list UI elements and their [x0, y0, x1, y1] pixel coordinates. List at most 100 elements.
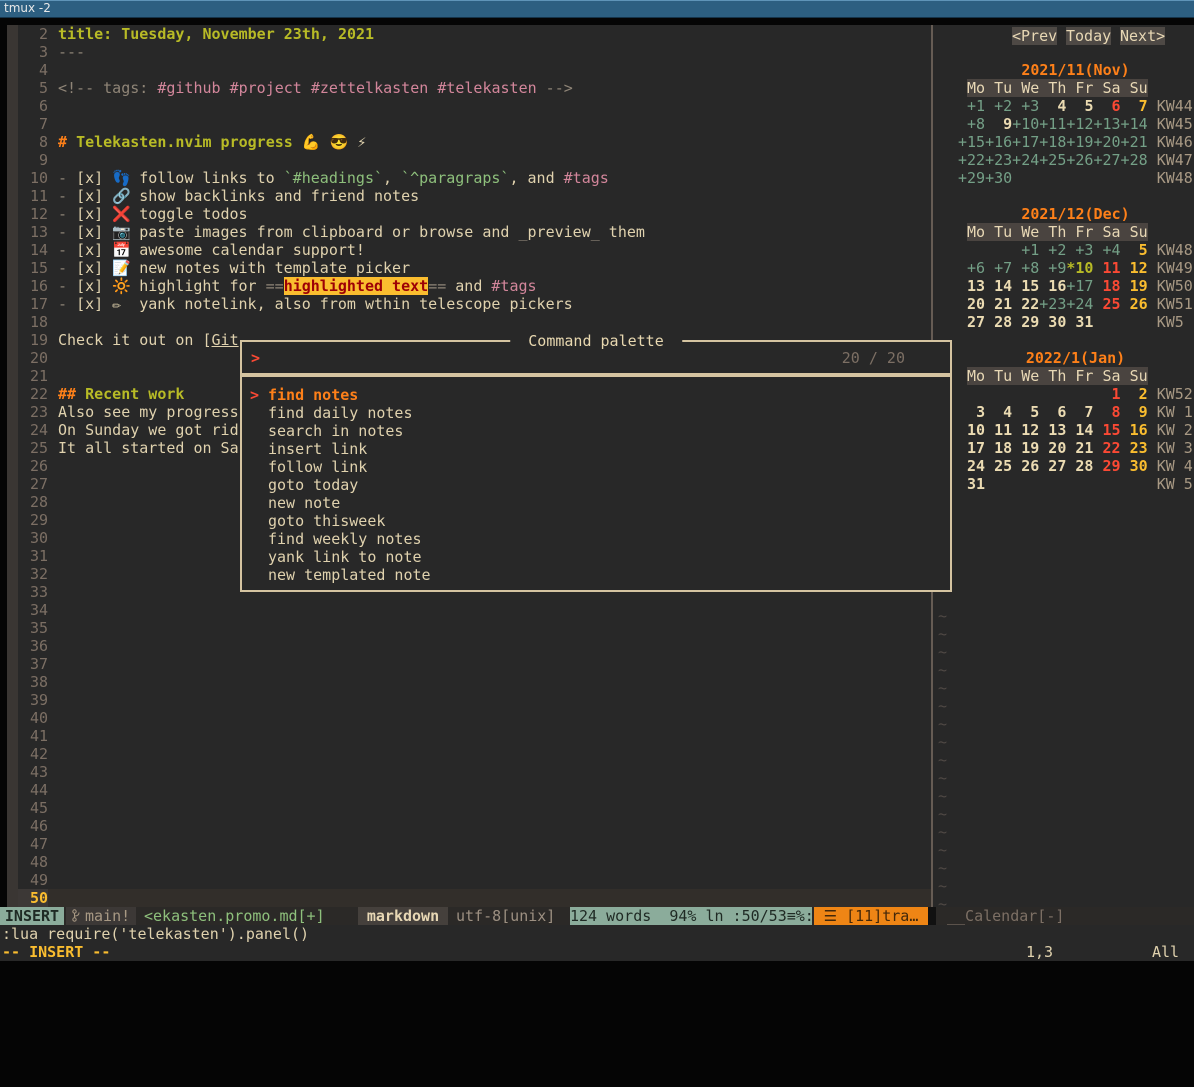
buffer-line[interactable]: 36	[18, 637, 931, 655]
calendar-day[interactable]: 30	[1130, 457, 1148, 475]
buffer-line[interactable]: 49	[18, 871, 931, 889]
buffer-line[interactable]: 17- [x] ✏ yank notelink, also from wthin…	[18, 295, 931, 313]
calendar-day[interactable]: 19	[1130, 277, 1148, 295]
buffer-line[interactable]: 6	[18, 97, 931, 115]
calendar-day[interactable]: 1	[1112, 385, 1121, 403]
buffer-line[interactable]: 15- [x] 📝 new notes with template picker	[18, 259, 931, 277]
calendar-day[interactable]: +22+23+24+25+26+27+28	[958, 151, 1148, 169]
calendar-day[interactable]: 6	[1112, 97, 1121, 115]
calendar-day[interactable]: 8	[1112, 403, 1121, 421]
calendar-day[interactable]: 7	[1139, 97, 1148, 115]
palette-item[interactable]: yank link to note	[242, 548, 950, 566]
calendar-day[interactable]: 27 28 29 30 31	[967, 313, 1093, 331]
buffer-line[interactable]: 12- [x] ❌ toggle todos	[18, 205, 931, 223]
palette-item[interactable]: insert link	[242, 440, 950, 458]
palette-item[interactable]: new note	[242, 494, 950, 512]
calendar-day[interactable]: +1 +2 +3	[967, 97, 1039, 115]
buffer-line[interactable]: 38	[18, 673, 931, 691]
command-line[interactable]: :lua require('telekasten').panel()	[2, 925, 309, 943]
buffer-line[interactable]: 3---	[18, 43, 931, 61]
calendar-day[interactable]: 9	[1139, 403, 1148, 421]
buffer-line[interactable]: 8# Telekasten.nvim progress 💪 😎 ⚡	[18, 133, 931, 151]
buffer-line[interactable]: 35	[18, 619, 931, 637]
buffer-line[interactable]: 37	[18, 655, 931, 673]
calendar-day[interactable]: 25	[1103, 295, 1121, 313]
calendar-day[interactable]: 16	[1130, 421, 1148, 439]
buffer-line[interactable]: 48	[18, 853, 931, 871]
calendar-day[interactable]: 18	[1103, 277, 1121, 295]
buffer-line[interactable]: 44	[18, 781, 931, 799]
calendar-day[interactable]: 17 18 19 20 21	[967, 439, 1093, 457]
line-text: On Sunday we got rid	[58, 421, 239, 439]
line-number: 9	[18, 151, 48, 169]
calendar-day[interactable]: 2	[1139, 385, 1148, 403]
calendar-day[interactable]: 22	[1103, 439, 1121, 457]
buffer-line[interactable]: 5<!-- tags: #github #project #zettelkast…	[18, 79, 931, 97]
calendar-day[interactable]: 26	[1130, 295, 1148, 313]
calendar-day[interactable]: +23+24	[1039, 295, 1093, 313]
buffer-line[interactable]: 4	[18, 61, 931, 79]
buffer-line[interactable]: 42	[18, 745, 931, 763]
line-number: 33	[18, 583, 48, 601]
buffer-line[interactable]: 41	[18, 727, 931, 745]
calendar-day[interactable]: 13 14 15 16	[967, 277, 1066, 295]
buffer-line[interactable]: 14- [x] 📅 awesome calendar support!	[18, 241, 931, 259]
calendar-day[interactable]: 9	[1003, 115, 1012, 133]
buffer-line[interactable]: 13- [x] 📷 paste images from clipboard or…	[18, 223, 931, 241]
buffer-line[interactable]: 43	[18, 763, 931, 781]
calendar-spacer	[958, 259, 967, 277]
calendar-day[interactable]: 3 4 5 6 7	[976, 403, 1093, 421]
palette-item[interactable]: goto today	[242, 476, 950, 494]
empty-line-tilde: ~	[938, 715, 947, 733]
line-number: 19	[18, 331, 48, 349]
line-number: 23	[18, 403, 48, 421]
palette-item[interactable]: >find notes	[242, 386, 950, 404]
calendar-day[interactable]: 12	[1130, 259, 1148, 277]
calendar-day[interactable]: +17	[1066, 277, 1093, 295]
palette-item[interactable]: new templated note	[242, 566, 950, 584]
palette-item[interactable]: follow link	[242, 458, 950, 476]
palette-item[interactable]: find weekly notes	[242, 530, 950, 548]
calendar-day[interactable]: +29+30	[958, 169, 1012, 187]
buffer-line[interactable]: 11- [x] 🔗 show backlinks and friend note…	[18, 187, 931, 205]
buffer-line[interactable]: 45	[18, 799, 931, 817]
calendar-day[interactable]: *10	[1066, 259, 1093, 277]
calendar-day[interactable]: 29	[1103, 457, 1121, 475]
calendar-day[interactable]: +8	[967, 115, 985, 133]
palette-item[interactable]: goto thisweek	[242, 512, 950, 530]
buffer-line[interactable]: 46	[18, 817, 931, 835]
buffer-line[interactable]: 9	[18, 151, 931, 169]
calendar-day[interactable]: 23	[1130, 439, 1148, 457]
buffer-line[interactable]: 50	[18, 889, 931, 907]
buffer-line[interactable]: 18	[18, 313, 931, 331]
palette-item[interactable]: find daily notes	[242, 404, 950, 422]
calendar-day[interactable]: 11	[1103, 259, 1121, 277]
buffer-line[interactable]: 47	[18, 835, 931, 853]
calendar-day[interactable]: 15	[1103, 421, 1121, 439]
calendar-spacer	[958, 457, 967, 475]
buffer-line[interactable]: 34	[18, 601, 931, 619]
calendar-day[interactable]: 10 11 12 13 14	[967, 421, 1093, 439]
buffer-line[interactable]: 10- [x] 👣 follow links to `#headings`, `…	[18, 169, 931, 187]
left-gutter-strip	[7, 25, 18, 907]
buffer-line[interactable]: 2title: Tuesday, November 23th, 2021	[18, 25, 931, 43]
calendar-next-button[interactable]: Next>	[1120, 27, 1165, 45]
calendar-day[interactable]: +1 +2 +3 +4	[1021, 241, 1120, 259]
buffer-line[interactable]: 39	[18, 691, 931, 709]
trailing-whitespace-segment: ☰ [11]tra…	[814, 907, 928, 925]
calendar-week-number: KW51	[1157, 295, 1193, 313]
calendar-day[interactable]: 5	[1139, 241, 1148, 259]
calendar-day[interactable]: +15+16+17+18+19+20+21	[958, 133, 1148, 151]
calendar-day[interactable]: +6 +7 +8 +9	[967, 259, 1066, 277]
calendar-day[interactable]: +10+11+12+13+14	[1012, 115, 1147, 133]
calendar-prev-button[interactable]: <Prev	[1012, 27, 1057, 45]
calendar-day[interactable]: 24 25 26 27 28	[967, 457, 1093, 475]
calendar-day[interactable]: 20 21 22	[967, 295, 1039, 313]
palette-item-label: find notes	[268, 386, 358, 404]
buffer-line[interactable]: 40	[18, 709, 931, 727]
buffer-line[interactable]: 7	[18, 115, 931, 133]
buffer-line[interactable]: 16- [x] 🔆 highlight for ==highlighted te…	[18, 277, 931, 295]
palette-item[interactable]: search in notes	[242, 422, 950, 440]
calendar-day[interactable]: 31	[967, 475, 985, 493]
calendar-today-button[interactable]: Today	[1066, 27, 1111, 45]
